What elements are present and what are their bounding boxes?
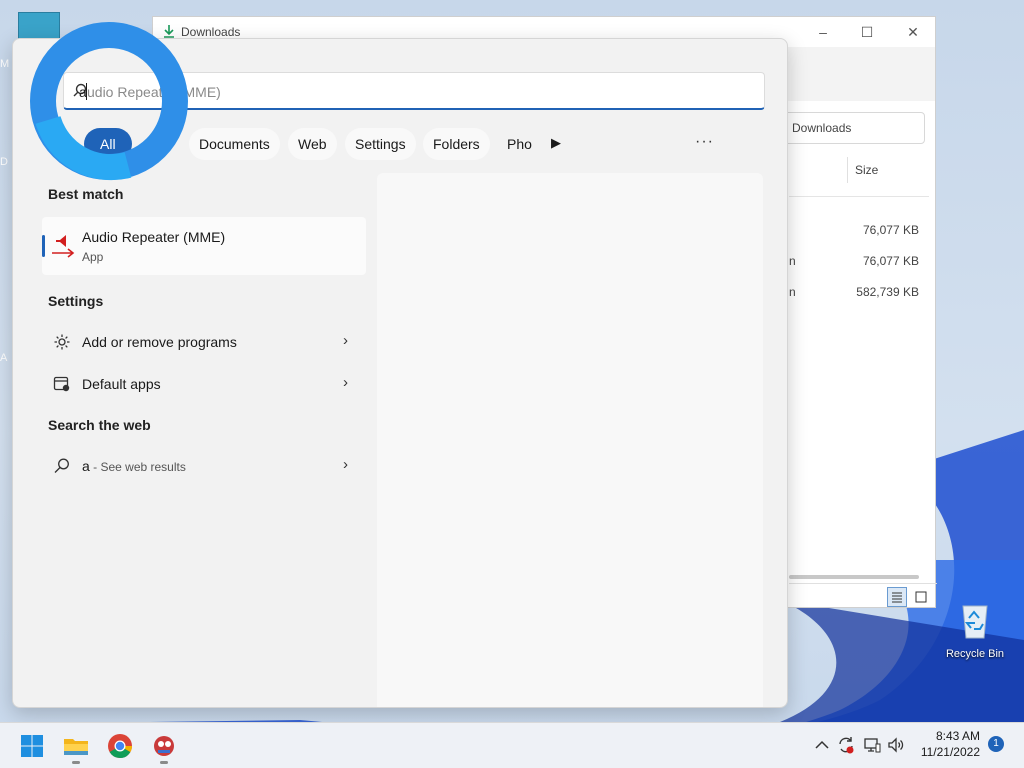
chevron-right-icon: › (343, 374, 348, 391)
chevron-right-icon: › (343, 332, 348, 349)
recycle-bin-label: Recycle Bin (945, 648, 1005, 660)
chrome-icon (108, 734, 132, 759)
file-size: 582,739 KB (856, 285, 919, 299)
audio-repeater-app-icon (52, 235, 75, 258)
settings-item-label: Default apps (82, 376, 161, 392)
folder-icon (64, 739, 88, 755)
taskbar-clock-date[interactable]: 11/21/2022 (914, 745, 980, 759)
selection-indicator (42, 235, 45, 257)
details-view-icon (892, 592, 902, 603)
windows-logo-icon (21, 735, 43, 757)
file-name[interactable]: n (789, 285, 796, 299)
settings-item-default-apps[interactable]: Default apps › (42, 364, 366, 404)
result-preview-pane (377, 173, 763, 707)
web-search-hint: - See web results (89, 460, 186, 474)
app-icon (154, 736, 174, 756)
filter-settings[interactable]: Settings (345, 128, 416, 160)
web-search-query: a (82, 458, 90, 474)
file-size: 76,077 KB (862, 223, 919, 237)
section-settings: Settings (48, 293, 104, 309)
volume-icon[interactable] (886, 735, 906, 755)
best-match-type: App (82, 250, 104, 264)
section-search-the-web: Search the web (48, 417, 151, 433)
filter-documents[interactable]: Documents (189, 128, 280, 160)
filter-photos[interactable]: Pho (497, 128, 542, 160)
large-icons-view-button[interactable] (911, 587, 931, 607)
best-match-result[interactable] (42, 217, 366, 275)
explorer-status-bar (789, 583, 937, 609)
taskbar-clock-time[interactable]: 8:43 AM (924, 729, 980, 743)
default-apps-icon (53, 376, 70, 392)
close-button[interactable]: ✕ (901, 21, 925, 43)
search-icon (54, 458, 69, 473)
file-explorer-taskbar-button[interactable] (60, 730, 92, 764)
recycle-bin-icon (962, 605, 988, 639)
running-indicator (160, 761, 168, 764)
network-icon[interactable] (862, 735, 882, 755)
file-size: 76,077 KB (862, 254, 919, 268)
file-name[interactable]: n (789, 254, 796, 268)
notification-badge[interactable]: 1 (988, 736, 1004, 752)
more-options-button[interactable]: ··· (695, 133, 714, 151)
sync-icon[interactable] (836, 735, 856, 755)
running-indicator (72, 761, 80, 764)
minimize-button[interactable]: – (811, 21, 835, 43)
recycle-bin[interactable]: Recycle Bin (944, 598, 1006, 668)
best-match-name: Audio Repeater (MME) (82, 229, 226, 245)
filter-web[interactable]: Web (288, 128, 337, 160)
column-separator[interactable] (847, 157, 848, 183)
loading-spinner-icon (30, 22, 188, 181)
horizontal-scrollbar[interactable] (789, 575, 919, 579)
column-header-size[interactable]: Size (855, 163, 878, 177)
web-search-label: a - See web results (82, 458, 186, 474)
large-icons-view-icon (915, 591, 927, 603)
details-view-button[interactable] (887, 587, 907, 607)
explorer-search-input[interactable]: rch Downloads (765, 112, 925, 144)
section-best-match: Best match (48, 186, 124, 202)
chevron-up-icon[interactable] (812, 735, 832, 755)
chevron-right-icon: › (343, 456, 348, 473)
settings-item-label: Add or remove programs (82, 334, 237, 350)
filter-folders[interactable]: Folders (423, 128, 490, 160)
chrome-taskbar-button[interactable] (104, 730, 136, 762)
start-button[interactable] (16, 730, 48, 762)
settings-item-add-remove-programs[interactable]: Add or remove programs › (42, 322, 366, 362)
maximize-button[interactable]: ☐ (855, 21, 879, 43)
filters-scroll-right-button[interactable]: ▶ (551, 135, 561, 151)
web-search-result[interactable]: a - See web results › (42, 446, 366, 486)
audio-repeater-taskbar-button[interactable] (148, 730, 180, 764)
taskbar (0, 722, 1024, 768)
gear-icon (54, 334, 70, 350)
